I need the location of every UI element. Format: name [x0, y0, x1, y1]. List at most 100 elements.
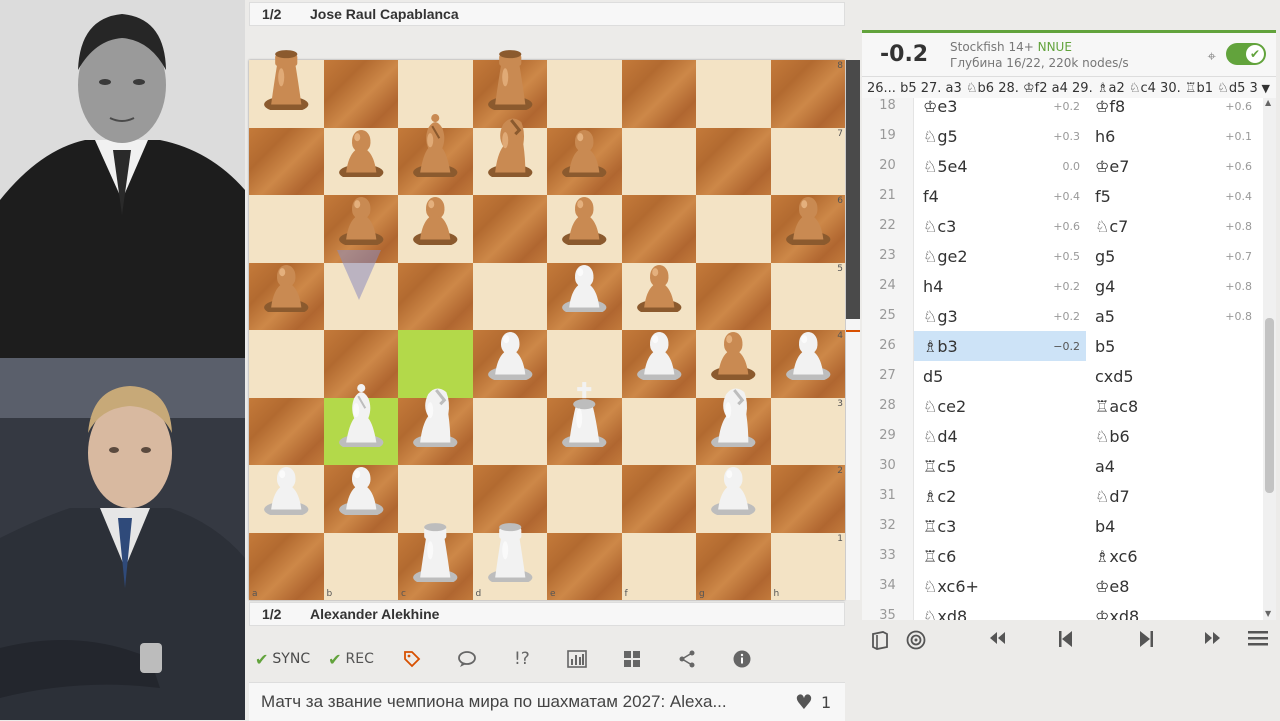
black-pawn-e7[interactable]	[547, 110, 622, 180]
white-move[interactable]: h4 +0.2	[914, 271, 1086, 301]
black-knight-d7[interactable]	[473, 110, 548, 180]
square-g7[interactable]	[696, 127, 771, 195]
scroll-thumb[interactable]	[1265, 318, 1274, 493]
white-move[interactable]: ♘xc6+	[914, 571, 1086, 601]
square-a8[interactable]	[249, 50, 324, 128]
engine-toggle[interactable]: ✔	[1226, 43, 1266, 65]
square-h8[interactable]: 8	[770, 60, 845, 128]
square-c5[interactable]	[398, 262, 473, 330]
white-move[interactable]: ♘g3 +0.2	[914, 301, 1086, 331]
white-move[interactable]: ♖c5	[914, 451, 1086, 481]
black-pawn-g4[interactable]	[696, 312, 771, 383]
black-pawn-b6[interactable]	[324, 177, 399, 248]
target-icon[interactable]	[906, 630, 926, 650]
move-list-scrollbar[interactable]: ▲ ▼	[1263, 98, 1276, 620]
white-move[interactable]: ♘g5 +0.3	[914, 121, 1086, 151]
black-move[interactable]: b5	[1086, 331, 1258, 361]
square-c6[interactable]	[398, 195, 473, 263]
square-h1[interactable]: 1h	[770, 532, 845, 600]
square-a4[interactable]	[249, 330, 324, 398]
glyph-icon[interactable]: !?	[502, 649, 542, 669]
rec-toggle[interactable]: ✔ REC	[328, 650, 374, 669]
white-move[interactable]: ♘xd8	[914, 601, 1086, 621]
black-move[interactable]: ♔e7 +0.6	[1086, 151, 1258, 181]
white-pawn-a2[interactable]	[249, 447, 324, 518]
white-king-e3[interactable]	[547, 380, 622, 450]
square-a5[interactable]	[249, 262, 324, 330]
square-g8[interactable]	[696, 60, 771, 128]
black-move[interactable]: a4	[1086, 451, 1258, 481]
square-g1[interactable]: g	[696, 532, 771, 600]
black-move[interactable]: cxd5	[1086, 361, 1258, 391]
black-move[interactable]: h6 +0.1	[1086, 121, 1258, 151]
white-move[interactable]: ♘5e4 0.0	[914, 151, 1086, 181]
black-move[interactable]: ♔f8 +0.6	[1086, 98, 1258, 121]
white-pawn-b2[interactable]	[324, 447, 399, 518]
square-f4[interactable]	[621, 330, 696, 398]
white-move[interactable]: d5	[914, 361, 1086, 391]
white-bishop-b3[interactable]	[324, 380, 399, 450]
black-pawn-f5[interactable]	[622, 245, 697, 315]
white-knight-g3[interactable]	[696, 380, 771, 450]
black-pawn-c6[interactable]	[398, 177, 473, 248]
book-icon[interactable]	[870, 630, 890, 650]
white-pawn-h4[interactable]	[771, 312, 846, 383]
sync-toggle[interactable]: ✔ SYNC	[255, 650, 310, 669]
white-move[interactable]: ♖c3	[914, 511, 1086, 541]
black-pawn-e6[interactable]	[547, 177, 622, 248]
white-knight-c3[interactable]	[398, 380, 473, 450]
scroll-down-icon[interactable]: ▼	[1265, 609, 1271, 618]
square-f3[interactable]	[621, 397, 696, 465]
square-c1[interactable]: c	[398, 522, 473, 600]
top-player-name[interactable]: Jose Raul Capablanca	[310, 6, 459, 22]
black-move[interactable]: g4 +0.8	[1086, 271, 1258, 301]
square-d7[interactable]	[472, 118, 547, 195]
square-g2[interactable]	[696, 465, 771, 533]
square-e1[interactable]: e	[547, 532, 622, 600]
square-d6[interactable]	[472, 195, 547, 263]
square-f1[interactable]: f	[621, 532, 696, 600]
next-move-icon[interactable]	[1138, 630, 1154, 648]
square-c3[interactable]	[398, 388, 473, 465]
square-d1[interactable]: d	[472, 522, 547, 600]
square-h6[interactable]: 6	[770, 195, 845, 263]
white-move[interactable]: f4 +0.4	[914, 181, 1086, 211]
menu-icon[interactable]	[1248, 630, 1268, 646]
black-rook-d8[interactable]	[473, 42, 548, 113]
square-h2[interactable]: 2	[770, 465, 845, 533]
comment-icon[interactable]	[447, 650, 487, 668]
black-move[interactable]: ♖ac8	[1086, 391, 1258, 421]
square-d3[interactable]	[472, 397, 547, 465]
black-move[interactable]: ♗xc6	[1086, 541, 1258, 571]
square-g6[interactable]	[696, 195, 771, 263]
black-move[interactable]: ♘d7	[1086, 481, 1258, 511]
chart-icon[interactable]	[557, 650, 597, 668]
white-move[interactable]: ♘ce2	[914, 391, 1086, 421]
square-f2[interactable]	[621, 465, 696, 533]
black-move[interactable]: b4	[1086, 511, 1258, 541]
white-move[interactable]: ♘d4	[914, 421, 1086, 451]
chess-board[interactable]: 8765432abcdefg1h	[249, 50, 846, 600]
prev-move-icon[interactable]	[1058, 630, 1074, 648]
info-icon[interactable]	[722, 650, 762, 668]
last-move-icon[interactable]	[1204, 630, 1222, 646]
black-pawn-b7[interactable]	[324, 110, 399, 180]
square-f7[interactable]	[621, 127, 696, 195]
tag-icon[interactable]	[392, 650, 432, 668]
square-a7[interactable]	[249, 127, 324, 195]
black-move[interactable]: ♔xd8	[1086, 601, 1258, 621]
square-a1[interactable]: a	[249, 532, 324, 600]
white-pawn-g2[interactable]	[696, 447, 771, 518]
square-e5[interactable]	[547, 262, 622, 330]
white-pawn-d4[interactable]	[473, 312, 548, 383]
study-title[interactable]: Матч за звание чемпиона мира по шахматам…	[249, 692, 781, 712]
black-move[interactable]: g5 +0.7	[1086, 241, 1258, 271]
white-rook-d1[interactable]	[473, 515, 548, 585]
black-move[interactable]: ♔e8	[1086, 571, 1258, 601]
square-f8[interactable]	[621, 60, 696, 128]
engine-pv-line[interactable]: 26... b5 27. a3 ♘b6 28. ♔f2 a4 29. ♗a2 ♘…	[862, 76, 1276, 100]
black-move[interactable]: ♘c7 +0.8	[1086, 211, 1258, 241]
grid-icon[interactable]	[612, 650, 652, 668]
black-bishop-c7[interactable]	[398, 110, 473, 180]
white-rook-c1[interactable]	[398, 515, 473, 585]
